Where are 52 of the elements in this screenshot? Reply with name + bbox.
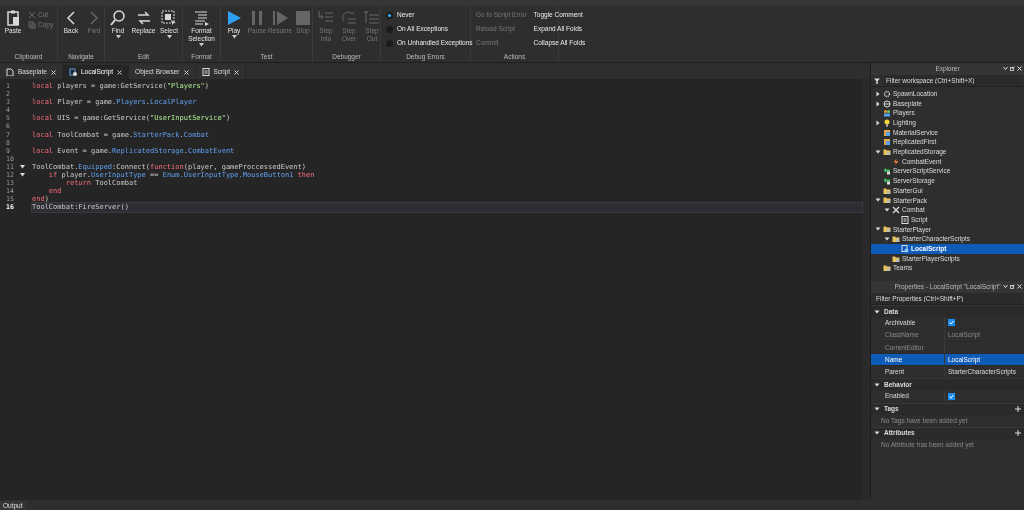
close-icon[interactable]: [117, 69, 123, 75]
lightbulb-icon: [883, 118, 891, 127]
collapsed-caret-icon[interactable]: [875, 119, 881, 126]
close-icon[interactable]: [1017, 66, 1022, 71]
close-icon[interactable]: [183, 69, 189, 75]
expanded-caret-icon[interactable]: [884, 236, 890, 243]
expanded-caret-icon: [874, 406, 880, 413]
script-gear-icon: [901, 244, 909, 253]
expanded-caret-icon: [874, 308, 880, 315]
document-icon: [6, 68, 14, 76]
close-icon[interactable]: [234, 69, 240, 75]
fold-caret-icon[interactable]: [20, 173, 25, 178]
resume-icon: [271, 9, 289, 27]
fold-caret-icon[interactable]: [20, 165, 25, 169]
popout-icon[interactable]: [1010, 284, 1015, 289]
stop-icon: [294, 9, 312, 27]
gear-icon: [883, 89, 891, 98]
chevron-down-icon[interactable]: [1003, 284, 1008, 289]
plus-icon[interactable]: [1015, 406, 1021, 413]
people-icon: [883, 109, 891, 118]
format-lines-icon: [192, 9, 211, 27]
filter-icon[interactable]: [874, 77, 881, 84]
script-icon: [901, 215, 909, 224]
step-out-icon: [363, 9, 381, 27]
plus-icon[interactable]: [1015, 430, 1021, 437]
expanded-caret-icon[interactable]: [875, 148, 881, 155]
close-icon[interactable]: [50, 69, 56, 75]
sphere-icon: [883, 99, 891, 108]
close-icon[interactable]: [1017, 284, 1022, 289]
popout-icon[interactable]: [1010, 66, 1015, 71]
expanded-caret-icon: [874, 430, 880, 437]
checkmark-icon: [949, 393, 954, 399]
step-over-icon: [340, 9, 358, 27]
script-icon: [201, 68, 210, 76]
search-icon: [109, 9, 127, 27]
collapsed-caret-icon[interactable]: [875, 100, 881, 107]
folder-icon: [883, 147, 891, 156]
expanded-caret-icon[interactable]: [884, 207, 890, 214]
radio-icon[interactable]: [386, 11, 393, 19]
chevron-down-icon[interactable]: [1003, 66, 1008, 71]
checkmark-icon: [949, 320, 954, 326]
play-icon: [225, 9, 243, 27]
checkbox[interactable]: [948, 392, 955, 400]
expanded-caret-icon[interactable]: [875, 226, 881, 233]
expanded-caret-icon[interactable]: [875, 197, 881, 204]
clipboard-icon: [4, 9, 22, 27]
lightning-icon: [892, 157, 900, 166]
expanded-caret-icon: [874, 382, 880, 388]
selection-icon: [160, 9, 178, 27]
checkbox[interactable]: [948, 319, 955, 327]
collapsed-caret-icon[interactable]: [875, 90, 881, 97]
script-gear-icon: [68, 68, 77, 76]
